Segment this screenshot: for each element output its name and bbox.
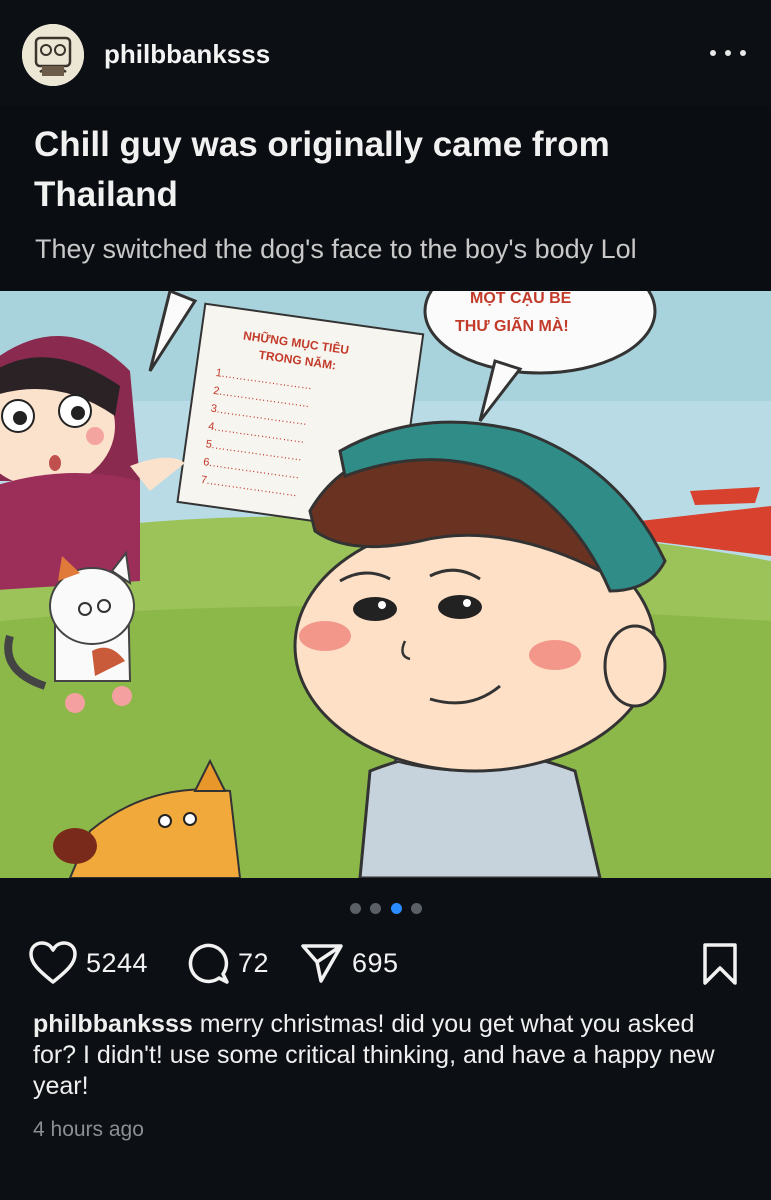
share-button[interactable]: 695 bbox=[300, 938, 399, 988]
caption-username[interactable]: philbbanksss bbox=[33, 1010, 193, 1038]
avatar[interactable] bbox=[22, 24, 84, 86]
carousel-dot[interactable] bbox=[350, 902, 361, 914]
carousel-dot-active[interactable] bbox=[390, 902, 402, 914]
carousel-dot[interactable] bbox=[410, 902, 422, 914]
like-count: 5244 bbox=[86, 947, 149, 978]
username[interactable]: philbbanksss bbox=[104, 39, 270, 70]
post-caption: philbbanksss merry christmas! did you ge… bbox=[33, 1009, 743, 1102]
comment-count: 72 bbox=[238, 947, 270, 978]
comment-button[interactable]: 72 bbox=[186, 938, 269, 988]
like-button[interactable]: 5244 bbox=[28, 938, 148, 988]
carousel-dot[interactable] bbox=[370, 902, 382, 914]
more-dot bbox=[740, 50, 746, 56]
send-icon bbox=[301, 944, 343, 983]
post-timestamp: 4 hours ago bbox=[33, 1118, 144, 1141]
speech-bubble-line1: MỘT CẬU BÉ bbox=[470, 291, 572, 307]
comment-bubble-icon bbox=[188, 943, 229, 984]
more-options-button[interactable] bbox=[706, 38, 750, 68]
post-image[interactable]: NHỮNG MỤC TIÊU TRONG NĂM: 1.…………………… 2.…… bbox=[0, 291, 771, 878]
share-count: 695 bbox=[352, 947, 399, 978]
bookmark-icon bbox=[703, 943, 737, 985]
save-button[interactable] bbox=[700, 942, 740, 986]
more-dot bbox=[725, 50, 731, 56]
embedded-post-title: Chill guy was originally came from Thail… bbox=[34, 125, 610, 214]
post-header: philbbanksss bbox=[0, 0, 771, 106]
action-bar: 5244 72 695 bbox=[0, 938, 771, 988]
speech-bubble-line2: THƯ GIÃN MÀ! bbox=[455, 315, 569, 335]
more-horizontal-icon bbox=[710, 50, 716, 56]
heart-icon bbox=[29, 941, 77, 984]
carousel-indicator[interactable] bbox=[350, 902, 422, 914]
embedded-post[interactable]: Chill guy was originally came from Thail… bbox=[0, 106, 771, 878]
embedded-post-subtitle: They switched the dog's face to the boy'… bbox=[35, 234, 637, 264]
